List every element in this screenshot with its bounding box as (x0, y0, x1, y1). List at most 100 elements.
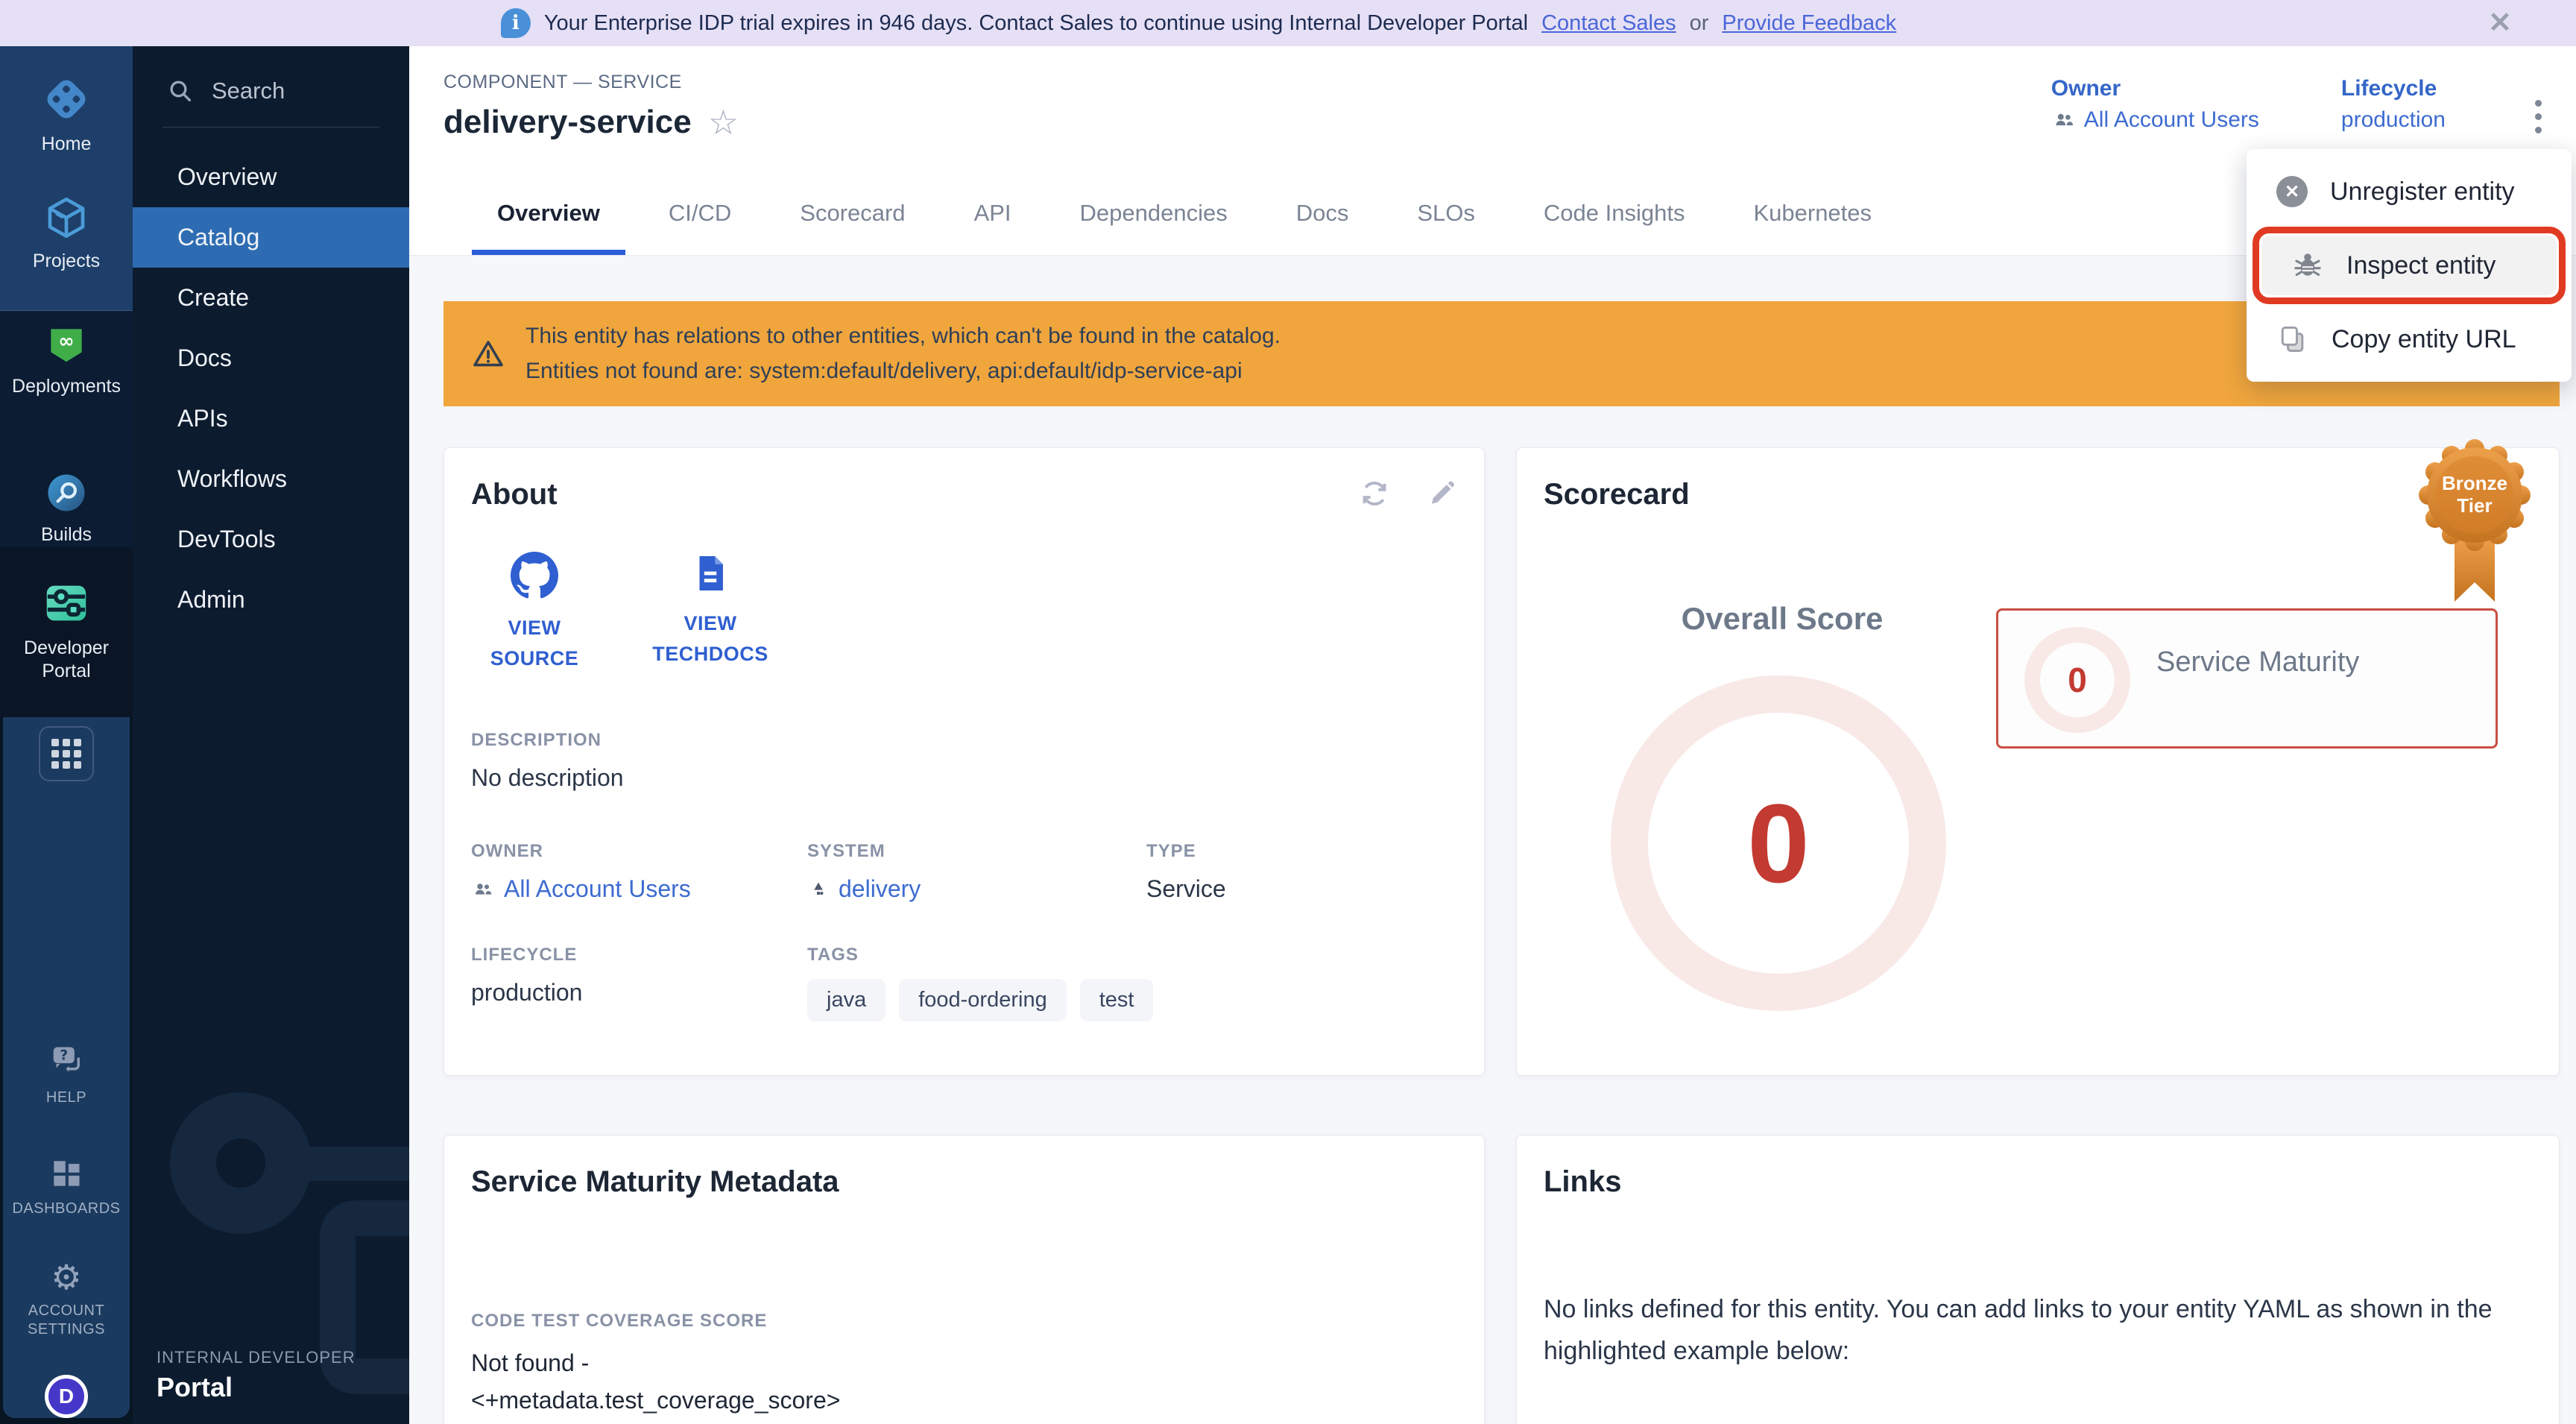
tab-docs[interactable]: Docs (1262, 171, 1383, 255)
sidebar-footer: INTERNAL DEVELOPER Portal (157, 1348, 356, 1403)
sidebar-item-overview[interactable]: Overview (133, 147, 409, 207)
rail-item-help[interactable]: ? HELP (46, 1042, 86, 1107)
sidebar-item-apis[interactable]: APIs (133, 388, 409, 449)
sidebar-search[interactable]: Search (133, 46, 409, 127)
service-maturity-metadata-card: Service Maturity Metadata CODE TEST COVE… (443, 1135, 1485, 1424)
about-owner-link[interactable]: All Account Users (471, 875, 807, 903)
overall-score-label: Overall Score (1544, 601, 2021, 637)
tab-kubernetes[interactable]: Kubernetes (1719, 171, 1906, 255)
service-maturity-donut: 0 (2024, 627, 2130, 733)
entity-actions-menu: ✕ Unregister entity Inspect entity Copy … (2247, 149, 2572, 382)
sidebar-item-devtools[interactable]: DevTools (133, 509, 409, 570)
svg-text:Bronze: Bronze (2442, 472, 2507, 494)
tab-overview[interactable]: Overview (463, 171, 634, 255)
edit-pencil-icon[interactable] (1426, 478, 1457, 509)
lifecycle-field: LIFECYCLE production (471, 945, 807, 1021)
banner-close-icon[interactable]: ✕ (2488, 9, 2512, 37)
rail-item-builds[interactable]: Builds (41, 470, 92, 546)
tab-code-insights[interactable]: Code Insights (1509, 171, 1720, 255)
relations-warning-banner: This entity has relations to other entit… (443, 301, 2560, 406)
entity-menu-button[interactable] (2528, 89, 2549, 144)
projects-icon (42, 193, 91, 242)
about-card: About (443, 447, 1485, 1076)
sidebar-item-workflows[interactable]: Workflows (133, 449, 409, 509)
description-value: No description (471, 764, 1457, 792)
lifecycle-meta: Lifecycle production (2341, 76, 2446, 133)
refresh-icon[interactable] (1359, 478, 1390, 509)
trial-banner: i Your Enterprise IDP trial expires in 9… (0, 0, 2576, 46)
view-techdocs-link[interactable]: VIEW TECHDOCS (647, 552, 774, 673)
tags-field: TAGS java food-ordering test (807, 945, 1457, 1021)
builds-icon (43, 470, 89, 516)
rail-item-account-settings[interactable]: ⚙ ACCOUNT SETTINGS (28, 1260, 105, 1339)
dashboards-icon (48, 1155, 85, 1192)
tab-scorecard[interactable]: Scorecard (765, 171, 939, 255)
contact-sales-link[interactable]: Contact Sales (1541, 11, 1676, 36)
sidebar-item-create[interactable]: Create (133, 268, 409, 328)
links-empty-text: No links defined for this entity. You ca… (1544, 1288, 2532, 1372)
system-icon (807, 878, 830, 901)
tab-slos[interactable]: SLOs (1383, 171, 1509, 255)
tag-chip[interactable]: test (1080, 979, 1154, 1021)
bug-icon (2291, 249, 2324, 282)
menu-item-copy-entity-url[interactable]: Copy entity URL (2247, 307, 2572, 371)
tab-api[interactable]: API (940, 171, 1046, 255)
trial-banner-text: Your Enterprise IDP trial expires in 946… (544, 11, 1528, 36)
service-maturity-box[interactable]: 0 Service Maturity (1996, 608, 2498, 749)
scorecard-card: Scorecard (1516, 447, 2560, 1076)
portal-sidebar: Search Overview Catalog Create Docs APIs… (133, 46, 409, 1424)
view-source-link[interactable]: VIEW SOURCE (471, 552, 598, 673)
type-field: TYPE Service (1146, 841, 1457, 903)
inspect-entity-highlight: Inspect entity (2253, 227, 2566, 304)
techdocs-icon (689, 552, 732, 595)
provide-feedback-link[interactable]: Provide Feedback (1722, 11, 1896, 36)
rail-item-projects[interactable]: Projects (33, 193, 100, 273)
deployments-icon: ∞ (43, 321, 89, 368)
svg-text:∞: ∞ (58, 330, 75, 353)
owner-link[interactable]: All Account Users (2051, 107, 2259, 133)
user-avatar[interactable]: D (45, 1375, 88, 1418)
page-title: delivery-service (443, 104, 692, 141)
service-maturity-value: 0 (2068, 660, 2087, 700)
sidebar-item-docs[interactable]: Docs (133, 328, 409, 388)
menu-item-inspect-entity[interactable]: Inspect entity (2261, 236, 2557, 295)
gear-icon: ⚙ (51, 1260, 81, 1294)
coverage-score-value: Not found - <+metadata.test_coverage_sco… (471, 1345, 1457, 1419)
system-link[interactable]: delivery (807, 875, 1146, 903)
info-icon: i (501, 8, 531, 38)
service-maturity-label: Service Maturity (2156, 646, 2359, 678)
module-switcher-button[interactable] (39, 726, 94, 781)
copy-icon (2276, 323, 2309, 356)
grid-icon (51, 739, 81, 769)
links-card: Links No links defined for this entity. … (1516, 1135, 2560, 1424)
menu-item-unregister-entity[interactable]: ✕ Unregister entity (2247, 160, 2572, 224)
rail-item-deployments[interactable]: ∞ Deployments (12, 321, 121, 398)
people-icon (471, 878, 495, 901)
tab-dependencies[interactable]: Dependencies (1046, 171, 1262, 255)
rail-item-home[interactable]: Home (40, 73, 92, 156)
rail-item-dashboards[interactable]: DASHBOARDS (12, 1155, 120, 1218)
module-rail: Home Projects ∞ Deployments (0, 46, 133, 1424)
warning-icon (470, 336, 506, 372)
tab-cicd[interactable]: CI/CD (634, 171, 765, 255)
favorite-star-icon[interactable]: ☆ (708, 105, 739, 139)
unregister-icon: ✕ (2276, 176, 2308, 207)
developer-portal-icon (40, 577, 92, 629)
system-field: SYSTEM delivery (807, 841, 1146, 903)
owner-meta: Owner All Account Users (2051, 76, 2259, 133)
sidebar-item-admin[interactable]: Admin (133, 570, 409, 630)
svg-text:?: ? (60, 1047, 68, 1063)
owner-field: OWNER All Account Users (471, 841, 807, 903)
tag-chip[interactable]: java (807, 979, 886, 1021)
overall-score-value: 0 (1747, 779, 1809, 908)
overall-score-donut: 0 (1611, 675, 1946, 1011)
help-icon: ? (47, 1042, 86, 1081)
sidebar-item-catalog[interactable]: Catalog (133, 207, 409, 268)
github-icon (511, 552, 558, 599)
people-icon (2051, 107, 2077, 133)
tag-chip[interactable]: food-ordering (899, 979, 1067, 1021)
home-icon (40, 73, 92, 125)
search-icon (165, 76, 195, 106)
rail-item-developer-portal[interactable]: Developer Portal (0, 547, 133, 717)
banner-or-text: or (1690, 11, 1709, 36)
